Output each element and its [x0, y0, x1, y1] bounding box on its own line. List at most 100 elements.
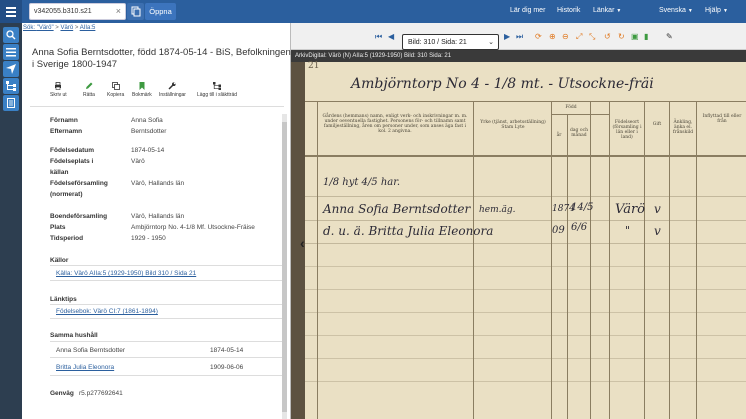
fit-screen-icon[interactable]: ⤢: [576, 32, 582, 42]
top-navbar: v342055.b310.s21 × Öppna Lär dig mer His…: [0, 0, 746, 23]
rotate-left-icon[interactable]: ↺: [604, 32, 611, 41]
field-value-birthplace: Värö: [131, 158, 145, 165]
search-input[interactable]: v342055.b310.s21 ×: [29, 3, 126, 20]
bookmark-icon[interactable]: ▮: [644, 32, 648, 41]
page-number: 21: [308, 61, 320, 71]
column-header-occupation: Yrke (tjänst, arbetsställning) Stam Lyte: [480, 120, 546, 130]
nav-link-learn-more[interactable]: Lär dig mer: [510, 7, 545, 14]
breadcrumb: Sök: "Värö" > Värö > AIIa:5: [23, 25, 95, 31]
field-label-place: Plats: [50, 224, 66, 231]
chevron-left-icon[interactable]: ‹: [300, 235, 305, 251]
wrench-icon[interactable]: ✎: [666, 32, 673, 41]
breadcrumb-search-link[interactable]: Sök: "Värö": [23, 25, 54, 31]
household-member-link[interactable]: Britta Julia Eleonora: [56, 364, 114, 371]
grid-line: [669, 101, 670, 419]
column-header-day: dag och månad: [569, 128, 588, 138]
grid-line: [551, 101, 552, 419]
field-label-birthplace: Födelseplats i: [50, 158, 94, 165]
pencil-icon: [85, 82, 93, 89]
first-page-icon[interactable]: ⏮: [375, 32, 382, 42]
copy-button[interactable]: [127, 3, 144, 20]
document-sidebar-button[interactable]: [3, 95, 19, 111]
nav-link-history[interactable]: Historik: [557, 7, 580, 14]
breadcrumb-current[interactable]: AIIa:5: [80, 25, 96, 31]
column-header-year: år: [556, 133, 562, 138]
nav-link-links[interactable]: Länkar ▼: [593, 7, 621, 14]
record-title: Anna Sofia Berntsdotter, född 1874-05-14…: [32, 47, 291, 70]
row-line: [305, 220, 746, 221]
copy-label: Kopiera: [107, 92, 125, 98]
last-page-icon[interactable]: ⏭: [516, 32, 523, 42]
document-viewer[interactable]: ArkivDigital: Värö (N) AIIa:5 (1929-1950…: [291, 50, 746, 419]
row-line: [305, 381, 746, 382]
entry-birthplace: Värö: [615, 202, 645, 217]
document-icon: [7, 98, 15, 108]
chevron-down-icon: ▼: [687, 8, 693, 14]
breadcrumb-separator: >: [74, 25, 79, 31]
tree-sidebar-button[interactable]: [3, 78, 19, 94]
entry-marital: v: [654, 202, 661, 216]
location-sidebar-button[interactable]: [3, 61, 19, 77]
bookmark-button[interactable]: Bokmärk: [132, 82, 152, 98]
scrollbar-thumb[interactable]: [282, 122, 287, 412]
copy-record-button[interactable]: Kopiera: [107, 82, 124, 98]
row-line: [305, 335, 746, 336]
birth-record-link[interactable]: Födelsebok: Värö CI:7 (1861-1894): [56, 308, 158, 315]
add-to-tree-button[interactable]: Lägg till i släktträd: [197, 82, 237, 98]
field-value-last-name: Berntsdotter: [131, 128, 167, 135]
next-page-icon[interactable]: ▶: [504, 32, 510, 41]
entry-birthplace: ": [625, 224, 631, 237]
entry-name: d. u. ä. Britta Julia Eleonora: [323, 224, 494, 238]
list-sidebar-button[interactable]: [3, 44, 19, 60]
print-button[interactable]: Skriv ut: [50, 82, 67, 98]
bookmark-icon: [139, 82, 145, 90]
household-row-divider: [50, 375, 282, 376]
column-header-born: Född: [565, 105, 577, 110]
fit-width-icon[interactable]: ⤡: [589, 32, 595, 42]
correct-button[interactable]: Rätta: [83, 82, 95, 98]
sources-divider: [50, 265, 282, 266]
row-line: [305, 289, 746, 290]
refresh-icon[interactable]: ⟳: [535, 32, 542, 41]
breadcrumb-place-link[interactable]: Värö: [60, 25, 73, 31]
add-to-tree-label: Lägg till i släktträd: [197, 92, 238, 98]
nav-link-language[interactable]: Svenska ▼: [659, 7, 693, 14]
panel-scrollbar[interactable]: [282, 114, 287, 419]
field-label-residence-parish: Boendeförsamling: [50, 213, 108, 220]
source-link[interactable]: Källa: Värö AIIa:5 (1929-1950) Bild 310 …: [56, 270, 196, 277]
entry-marital: v: [654, 224, 661, 238]
chevron-down-icon: ⌄: [488, 39, 494, 46]
field-label-period: Tidsperiod: [50, 235, 84, 242]
zoom-out-icon[interactable]: ⊖: [562, 32, 569, 41]
field-value-residence-parish: Värö, Hallands län: [131, 213, 185, 220]
toolbar-divider: [30, 106, 284, 107]
grid-line: [305, 101, 746, 102]
page-select[interactable]: Bild: 310 / Sida: 21 ⌄: [402, 34, 499, 50]
copy-icon: [111, 82, 120, 90]
menu-toggle-button[interactable]: [0, 0, 22, 23]
family-tree-icon: [6, 81, 16, 91]
column-header-married: Gift: [652, 122, 662, 127]
tips-divider-bottom: [50, 318, 282, 319]
grid-line: [609, 101, 610, 419]
nav-link-links-label: Länkar: [593, 7, 615, 14]
rotate-right-icon[interactable]: ↻: [618, 32, 625, 41]
zoom-in-icon[interactable]: ⊕: [549, 32, 556, 41]
column-header-birthplace: Födelseort (församling i län eller i lan…: [612, 120, 642, 140]
sources-divider-bottom: [50, 280, 282, 281]
previous-page-icon[interactable]: ◀: [388, 32, 394, 41]
printer-icon: [55, 82, 62, 90]
image-settings-icon[interactable]: ▣: [631, 32, 639, 41]
nav-link-help[interactable]: Hjälp ▼: [705, 7, 728, 14]
open-button[interactable]: Öppna: [145, 3, 176, 20]
search-sidebar-button[interactable]: [3, 27, 19, 43]
row-line: [305, 266, 746, 267]
chevron-down-icon: ▼: [722, 8, 728, 14]
settings-button[interactable]: Inställningar: [159, 82, 186, 98]
grid-line: [305, 155, 746, 157]
household-divider: [50, 341, 282, 342]
clear-icon[interactable]: ×: [116, 6, 121, 16]
household-heading: Samma hushåll: [50, 332, 98, 339]
page-select-value: Bild: 310 / Sida: 21: [408, 39, 467, 46]
household-row-divider: [50, 357, 282, 358]
